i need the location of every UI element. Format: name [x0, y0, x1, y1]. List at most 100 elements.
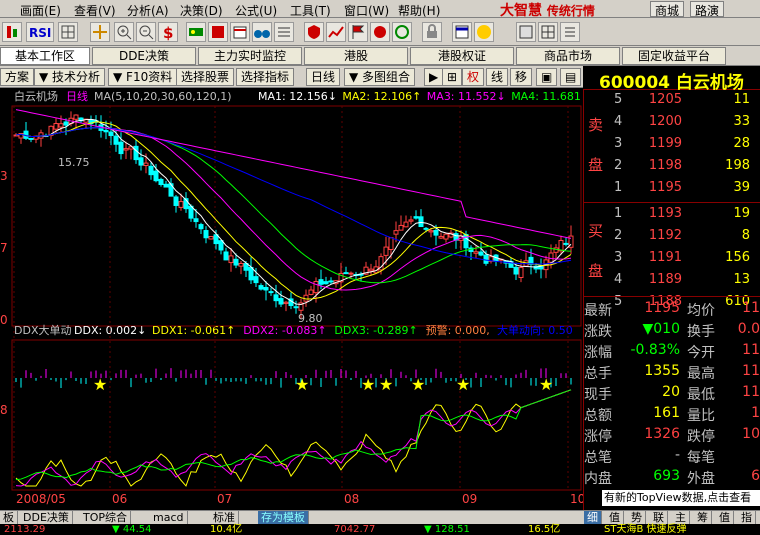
menu-view[interactable]: 查看(V)	[74, 2, 116, 19]
bottom-tab-save-template[interactable]: 存为模板	[258, 511, 309, 525]
calendar-icon[interactable]	[230, 22, 250, 42]
candle-body	[478, 251, 484, 256]
buy-row[interactable]: 1 1193 19	[584, 206, 760, 228]
zoom-in-icon[interactable]	[114, 22, 134, 42]
tab-dde[interactable]: DDE决策	[92, 47, 196, 65]
tab-hk-warrants[interactable]: 港股权证	[410, 47, 514, 65]
menu-window[interactable]: 窗口(W)	[344, 2, 389, 19]
quote-key: 现手	[584, 387, 612, 403]
y-label-top: 3	[0, 169, 8, 183]
scheme-button[interactable]: 方案	[0, 68, 35, 86]
candle-body	[73, 114, 79, 120]
sell-row[interactable]: 1 1195 39	[584, 180, 760, 202]
stop-icon[interactable]	[370, 22, 390, 42]
status-alert[interactable]: ST天海B 快速反弹	[604, 524, 687, 535]
move-button[interactable]: 移	[510, 68, 533, 86]
grid2-icon[interactable]	[538, 22, 558, 42]
tab-main-force[interactable]: 主力实时监控	[198, 47, 302, 65]
list-icon[interactable]	[274, 22, 294, 42]
buy-row[interactable]: 4 1189 13	[584, 272, 760, 294]
tab-fixed-income[interactable]: 固定收益平台	[622, 47, 726, 65]
window2-icon[interactable]	[516, 22, 536, 42]
f10-button[interactable]: ▼ F10资料	[108, 68, 178, 86]
kline-icon[interactable]	[2, 22, 22, 42]
refresh-icon[interactable]	[392, 22, 412, 42]
select-stock-button[interactable]: 选择股票	[176, 68, 235, 86]
panel-tab[interactable]: 主	[672, 511, 690, 525]
rsi-icon[interactable]: RSI	[26, 22, 54, 42]
candle-body	[63, 121, 69, 126]
dollar-icon[interactable]: $	[158, 22, 178, 42]
binoculars-icon[interactable]	[252, 22, 272, 42]
book-icon[interactable]	[208, 22, 228, 42]
sell-price: 1200	[648, 114, 682, 129]
panel-tab[interactable]: 筹	[694, 511, 712, 525]
signal-star-icon: ★	[361, 375, 375, 394]
quote-row: 涨幅 -0.83% 今开 11	[584, 342, 760, 363]
line-button[interactable]: 线	[486, 68, 509, 86]
menu-formula[interactable]: 公式(U)	[235, 2, 277, 19]
multi-chart-button[interactable]: ▼ 多图组合	[344, 68, 416, 86]
price-chart[interactable]: 白云机场 日线 MA(5,10,20,30,60,120,1) MA1: 12.…	[0, 88, 590, 510]
panel-tab[interactable]: 细	[584, 511, 602, 525]
panel-tab[interactable]: 指	[738, 511, 756, 525]
mall-button[interactable]: 商城	[650, 1, 685, 18]
bottom-tab-standard[interactable]: 标准	[210, 511, 239, 525]
date-label: 2008/05	[16, 492, 66, 506]
window-toggle-icon[interactable]: ▣	[536, 68, 558, 86]
topview-notice[interactable]: 有新的TopView数据,点击查看	[602, 490, 760, 506]
bottom-tab-dde[interactable]: DDE决策	[20, 511, 73, 525]
quote-value2: 0.0	[737, 321, 760, 337]
tech-analysis-button[interactable]: ▼ 技术分析	[34, 68, 106, 86]
menu-screen[interactable]: 画面(E)	[20, 2, 61, 19]
tab-basic-workspace[interactable]: 基本工作区	[0, 47, 90, 65]
route-button[interactable]: 路演	[690, 1, 725, 18]
sell-row[interactable]: 3 1199 28	[584, 136, 760, 158]
window-icon[interactable]	[452, 22, 472, 42]
quote-value: 1195	[644, 300, 680, 316]
quote-key: 总手	[584, 366, 612, 382]
candle-body	[123, 148, 129, 151]
panel-tab[interactable]: 值	[606, 511, 624, 525]
bottom-tab-macd[interactable]: macd	[150, 511, 188, 525]
list-toggle-icon[interactable]: ▤	[560, 68, 582, 86]
menu-analyze[interactable]: 分析(A)	[127, 2, 169, 19]
panel-tab[interactable]: 值	[716, 511, 734, 525]
menu-tools[interactable]: 工具(T)	[290, 2, 331, 19]
add-icon[interactable]: ⊞	[442, 68, 463, 86]
menu-decision[interactable]: 决策(D)	[180, 2, 223, 19]
rights-button[interactable]: 权	[462, 68, 485, 86]
play-icon[interactable]: ▶	[424, 68, 444, 86]
candle-body	[268, 291, 274, 294]
panel-tab[interactable]: 势	[628, 511, 646, 525]
flag-icon[interactable]	[348, 22, 368, 42]
price-chart-svg[interactable]: 白云机场 日线 MA(5,10,20,30,60,120,1) MA1: 12.…	[0, 88, 590, 510]
shield-icon[interactable]	[304, 22, 324, 42]
sell-row[interactable]: 5 1205 11	[584, 92, 760, 114]
candle-body	[548, 252, 554, 263]
chart-icon[interactable]	[326, 22, 346, 42]
sell-row[interactable]: 2 1198 198	[584, 158, 760, 180]
bottom-tab-top[interactable]: TOP综合	[80, 511, 132, 525]
tab-commodities[interactable]: 商品市场	[516, 47, 620, 65]
info-icon[interactable]	[474, 22, 494, 42]
buy-row[interactable]: 3 1191 156	[584, 250, 760, 272]
select-indicator-button[interactable]: 选择指标	[236, 68, 295, 86]
candle-body	[293, 306, 299, 309]
quote-key: 内盘	[584, 471, 612, 487]
buy-row[interactable]: 2 1192 8	[584, 228, 760, 250]
tab-hk-stocks[interactable]: 港股	[304, 47, 408, 65]
zoom-out-icon[interactable]	[136, 22, 156, 42]
grid-icon[interactable]	[58, 22, 78, 42]
candle-body	[388, 237, 394, 250]
lock-icon[interactable]	[422, 22, 442, 42]
menu-help[interactable]: 帮助(H)	[398, 2, 440, 19]
arrows-icon[interactable]	[90, 22, 110, 42]
panel-tab[interactable]: 联	[650, 511, 668, 525]
text-icon[interactable]	[560, 22, 580, 42]
sell-row[interactable]: 4 1200 33	[584, 114, 760, 136]
chip-icon[interactable]	[186, 22, 206, 42]
daily-button[interactable]: 日线	[306, 68, 341, 86]
bottom-tab-board[interactable]: 板	[0, 511, 18, 525]
quote-row: 涨跌 ▼010 换手 0.0	[584, 321, 760, 342]
